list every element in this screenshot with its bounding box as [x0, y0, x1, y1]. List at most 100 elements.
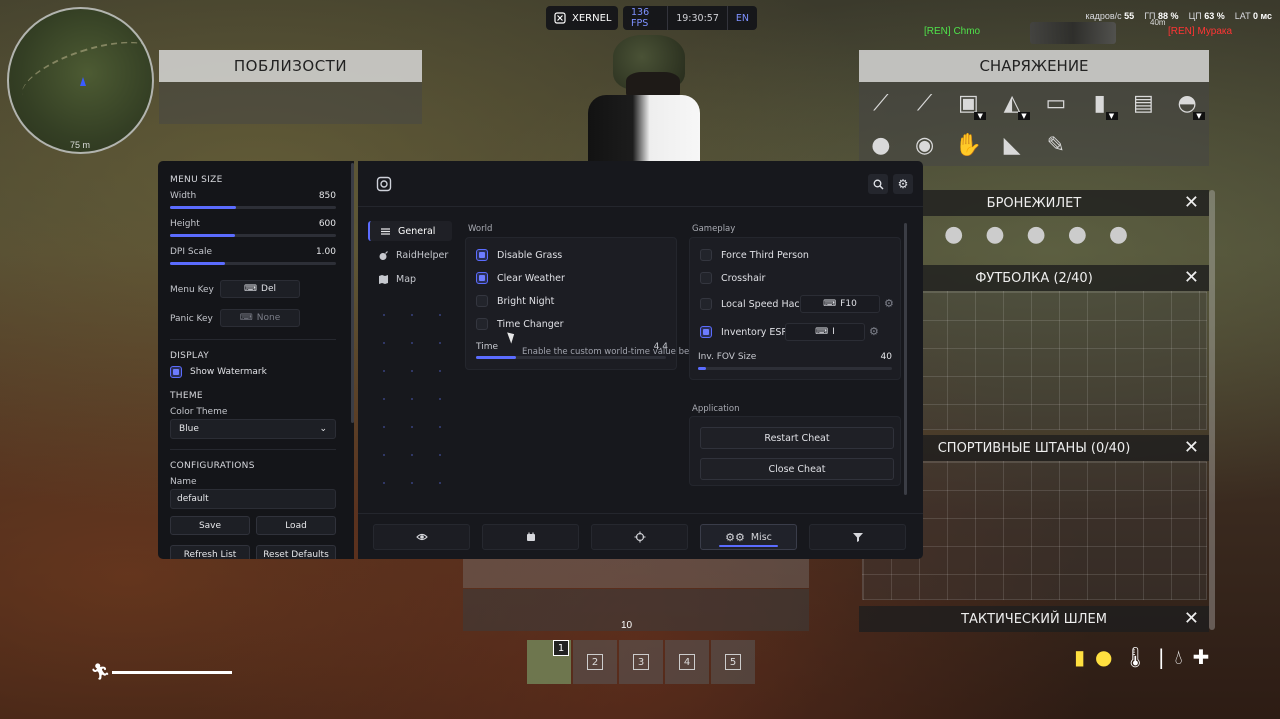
application-title: Application: [692, 404, 740, 414]
refresh-list-button[interactable]: Refresh List: [170, 545, 250, 559]
force-third-person-row[interactable]: Force Third Person: [700, 249, 809, 261]
enemy-tag: [REN] Мурака: [1168, 26, 1233, 37]
gear-icon[interactable]: ⚙: [884, 297, 894, 310]
search-icon: [873, 179, 883, 189]
minimap-scale: 75 m: [70, 140, 91, 150]
face-slot-icon[interactable]: ●: [859, 124, 903, 166]
crosshair-icon: [634, 531, 645, 543]
grenade-icon[interactable]: ●: [985, 222, 1004, 247]
rifle2-slot-icon[interactable]: ⟋: [903, 82, 947, 124]
mask-slot-icon[interactable]: ◉: [903, 124, 947, 166]
fov-slider[interactable]: [698, 367, 892, 370]
hotbar-slot-5[interactable]: 5: [711, 640, 755, 684]
grenade-icon[interactable]: ●: [944, 222, 963, 247]
settings-sidebar: MENU SIZE Width 850 Height 600 DPI Scale…: [158, 161, 354, 559]
bright-night-checkbox[interactable]: [476, 295, 488, 307]
frames-label: кадров/с: [1085, 11, 1122, 21]
time-changer-row[interactable]: Time Changer: [476, 318, 564, 330]
blurred-tag: [1030, 22, 1116, 44]
close-icon[interactable]: ✕: [1184, 437, 1199, 458]
show-watermark-row[interactable]: Show Watermark: [170, 366, 267, 378]
nav-map[interactable]: Map: [368, 269, 452, 289]
keyboard-icon: ⌨: [244, 284, 258, 294]
clear-weather-checkbox[interactable]: [476, 272, 488, 284]
show-watermark-checkbox[interactable]: [170, 366, 182, 378]
close-icon[interactable]: ✕: [1184, 192, 1199, 213]
panic-key-button[interactable]: ⌨ None: [220, 309, 300, 327]
clear-weather-row[interactable]: Clear Weather: [476, 272, 565, 284]
color-theme-select[interactable]: Blue ⌄: [170, 419, 336, 439]
tab-aim[interactable]: [591, 524, 688, 550]
hotbar-slot-4[interactable]: 4: [665, 640, 709, 684]
close-icon[interactable]: ✕: [1184, 608, 1199, 629]
inventory-esp-row[interactable]: Inventory ESP: [700, 326, 787, 338]
height-slider[interactable]: [170, 234, 336, 237]
inventory-esp-key[interactable]: ⌨ I: [785, 323, 865, 341]
fov-label: Inv. FOV Size: [698, 352, 757, 362]
local-speed-hack-row[interactable]: Local Speed Hack: [700, 298, 805, 310]
crosshair-row[interactable]: Crosshair: [700, 272, 765, 284]
save-button[interactable]: Save: [170, 516, 250, 535]
reset-defaults-button[interactable]: Reset Defaults: [256, 545, 336, 559]
armband-slot-icon[interactable]: ✎: [1034, 124, 1078, 166]
stamina-bar: [112, 671, 232, 674]
gloves-slot-icon[interactable]: ✋: [947, 124, 991, 166]
backpack-slot-icon[interactable]: ▤: [1122, 82, 1166, 124]
menu-key-button[interactable]: ⌨ Del: [220, 280, 300, 298]
hotbar-slot-1[interactable]: 1: [527, 640, 571, 684]
grenade-icon[interactable]: ●: [1027, 222, 1046, 247]
force-third-person-label: Force Third Person: [721, 249, 809, 261]
config-name-label: Name: [170, 477, 197, 487]
gear-icon[interactable]: ⚙: [869, 325, 879, 338]
width-slider[interactable]: [170, 206, 336, 209]
disable-grass-checkbox[interactable]: [476, 249, 488, 261]
equipment-scrollbar[interactable]: [1209, 190, 1215, 630]
hotbar-slot-2[interactable]: 2: [573, 640, 617, 684]
grenade-icon[interactable]: ●: [1109, 222, 1128, 247]
rifle-slot-icon[interactable]: ⟋: [859, 82, 903, 124]
dot-background: [370, 301, 460, 491]
tab-loot[interactable]: [482, 524, 579, 550]
belt-slot-icon[interactable]: ▭: [1034, 82, 1078, 124]
load-button[interactable]: Load: [256, 516, 336, 535]
tab-filter[interactable]: [809, 524, 906, 550]
tab-misc[interactable]: ⚙⚙ Misc: [700, 524, 797, 550]
local-speed-hack-checkbox[interactable]: [700, 298, 712, 310]
pants-slot-icon[interactable]: ▮ ▼: [1078, 82, 1122, 124]
close-icon[interactable]: ✕: [1184, 267, 1199, 288]
gameplay-group: Force Third Person Crosshair Local Speed…: [689, 237, 901, 380]
time-changer-checkbox[interactable]: [476, 318, 488, 330]
section-vest-title: БРОНЕЖИЛЕТ: [986, 195, 1082, 211]
lat-label: LAT: [1234, 11, 1251, 21]
main-scrollbar[interactable]: [904, 223, 907, 495]
grenade-icon[interactable]: ●: [1068, 222, 1087, 247]
inventory-esp-checkbox[interactable]: [700, 326, 712, 338]
dpi-scale-slider[interactable]: [170, 262, 336, 265]
hotbar-slot-3[interactable]: 3: [619, 640, 663, 684]
gear-icon: ⚙: [897, 177, 909, 191]
disable-grass-row[interactable]: Disable Grass: [476, 249, 562, 261]
settings-button[interactable]: ⚙: [893, 174, 913, 194]
sidebar-scrollbar[interactable]: [351, 163, 354, 423]
shirt-slot-icon[interactable]: ◭ ▼: [990, 82, 1034, 124]
close-cheat-button[interactable]: Close Cheat: [700, 458, 894, 480]
menu-size-heading: MENU SIZE: [170, 175, 223, 185]
watermark-stats: 136 FPS 19:30:57 EN: [623, 6, 757, 30]
search-button[interactable]: [868, 174, 888, 194]
restart-cheat-button[interactable]: Restart Cheat: [700, 427, 894, 449]
nav-raidhelper[interactable]: RaidHelper: [368, 245, 452, 265]
helmet-slot-icon[interactable]: ◓ ▼: [1165, 82, 1209, 124]
cheat-main-window: ⚙ General RaidHelper Map World Disable G…: [358, 161, 923, 559]
height-label: Height: [170, 219, 200, 229]
tab-visuals[interactable]: [373, 524, 470, 550]
force-third-person-checkbox[interactable]: [700, 249, 712, 261]
config-name-input[interactable]: default: [170, 489, 336, 509]
display-heading: DISPLAY: [170, 351, 210, 361]
crosshair-checkbox[interactable]: [700, 272, 712, 284]
eye-icon: [415, 533, 428, 541]
bright-night-row[interactable]: Bright Night: [476, 295, 554, 307]
shoes-slot-icon[interactable]: ◣: [990, 124, 1034, 166]
vest-slot-icon[interactable]: ▣ ▼: [947, 82, 991, 124]
speed-hack-key[interactable]: ⌨ F10: [800, 295, 880, 313]
nav-general[interactable]: General: [368, 221, 452, 241]
